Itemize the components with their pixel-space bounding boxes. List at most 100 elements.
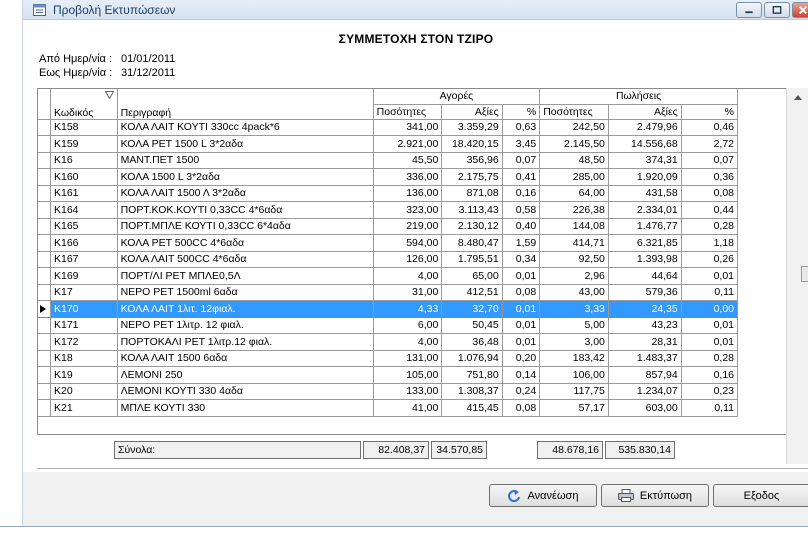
maximize-button[interactable] [764,2,790,18]
cell-description[interactable]: ΛΕΜΟΝΙ ΚΟΥΤΙ 330 4αδα [117,383,374,400]
cell-purchases-value[interactable]: 32,70 [441,300,503,318]
cell-code[interactable]: K17 [50,284,118,301]
cell-sales-qty[interactable]: 2.145,50 [539,135,609,153]
row-indicator[interactable] [38,366,52,384]
cell-sales-pct[interactable]: 2,72 [681,135,739,153]
cell-sales-qty[interactable]: 57,17 [539,399,609,417]
row-indicator[interactable] [38,135,52,153]
cell-description[interactable]: ΚΟΛΑ ΛΑΙΤ 1λιτ. 12φιαλ. [117,300,374,318]
cell-purchases-value[interactable]: 3.113,43 [441,201,503,219]
column-header-purchases-pct[interactable]: % [502,104,541,120]
close-button[interactable] [792,2,808,18]
row-indicator[interactable] [38,317,52,334]
cell-sales-value[interactable]: 374,31 [608,152,682,169]
cell-sales-qty[interactable]: 3,33 [539,300,609,318]
cell-purchases-value[interactable]: 18.420,15 [441,135,503,153]
data-grid[interactable]: Κωδικός Περιγραφή Αγορές Πωλήσεις Ποσότη… [37,88,808,464]
cell-sales-qty[interactable]: 64,00 [539,185,609,202]
vertical-scrollbar[interactable] [786,88,808,464]
cell-purchases-pct[interactable]: 0,16 [502,185,541,202]
cell-purchases-qty[interactable]: 341,00 [373,119,443,136]
cell-sales-pct[interactable]: 0,16 [681,366,739,384]
cell-purchases-pct[interactable]: 0,14 [502,366,541,384]
cell-purchases-pct[interactable]: 0,08 [502,284,541,301]
scrollbar-thumb[interactable] [801,266,808,282]
cell-code[interactable]: K170 [50,300,118,318]
cell-code[interactable]: K171 [50,317,118,334]
cell-code[interactable]: K21 [50,399,118,417]
cell-purchases-qty[interactable]: 336,00 [373,168,443,186]
table-row[interactable]: K166 ΚΟΛΑ PET 500CC 4*6αδα 594,00 8.480,47 1… [38,234,739,252]
cell-description[interactable]: ΚΟΛΑ PET 1500 L 3*2αδα [117,135,374,153]
cell-sales-value[interactable]: 1.476,77 [608,218,682,235]
cell-sales-pct[interactable]: 0,08 [681,185,739,202]
cell-code[interactable]: K167 [50,251,118,268]
cell-purchases-value[interactable]: 1.308,37 [441,383,503,400]
cell-purchases-value[interactable]: 751,80 [441,366,503,384]
cell-purchases-qty[interactable]: 45,50 [373,152,443,169]
column-header-sales-value[interactable]: Αξίες [608,104,682,120]
column-header-sales-qty[interactable]: Ποσότητες [539,104,609,120]
cell-purchases-value[interactable]: 36,48 [441,333,503,351]
minimize-button[interactable] [736,2,762,18]
cell-sales-value[interactable]: 1.234,07 [608,383,682,400]
cell-sales-qty[interactable]: 48,50 [539,152,609,169]
cell-purchases-qty[interactable]: 105,00 [373,366,443,384]
cell-purchases-value[interactable]: 1.076,94 [441,350,503,367]
cell-sales-pct[interactable]: 0,46 [681,119,739,136]
cell-sales-value[interactable]: 2.334,01 [608,201,682,219]
table-row[interactable]: K171 ΝΕΡΟ PET 1λιτρ. 12 φιαλ. 6,00 50,45 0,0… [38,317,739,334]
row-indicator[interactable] [38,201,52,219]
cell-sales-qty[interactable]: 183,42 [539,350,609,367]
cell-sales-qty[interactable]: 5,00 [539,317,609,334]
table-row[interactable]: K169 ΠΟΡΤ/ΛΙ PET ΜΠΛΕ0,5Λ 4,00 65,00 0,01 2,9… [38,267,739,285]
cell-sales-pct[interactable]: 0,01 [681,333,739,351]
cell-description[interactable]: ΜΑΝΤ.ΠΕΤ 1500 [117,152,374,169]
cell-sales-value[interactable]: 24,35 [608,300,682,318]
cell-sales-pct[interactable]: 0,11 [681,284,739,301]
row-indicator[interactable] [38,185,52,202]
cell-description[interactable]: ΜΠΛΕ ΚΟΥΤΙ 330 [117,399,374,417]
cell-code[interactable]: K19 [50,366,118,384]
cell-description[interactable]: ΛΕΜΟΝΙ 250 [117,366,374,384]
cell-purchases-value[interactable]: 1.795,51 [441,251,503,268]
cell-sales-qty[interactable]: 2,96 [539,267,609,285]
cell-purchases-pct[interactable]: 0,34 [502,251,541,268]
cell-purchases-value[interactable]: 415,45 [441,399,503,417]
table-row[interactable]: K18 ΚΟΛΑ ΛΑΙΤ 1500 6αδα 131,00 1.076,94 0,20… [38,350,739,367]
cell-sales-qty[interactable]: 144,08 [539,218,609,235]
cell-purchases-pct[interactable]: 0,58 [502,201,541,219]
cell-purchases-qty[interactable]: 4,00 [373,333,443,351]
cell-sales-qty[interactable]: 414,71 [539,234,609,252]
table-row[interactable]: K19 ΛΕΜΟΝΙ 250 105,00 751,80 0,14 106,00 857,9… [38,366,739,384]
cell-sales-qty[interactable]: 3,00 [539,333,609,351]
row-indicator[interactable] [38,119,52,136]
cell-purchases-value[interactable]: 50,45 [441,317,503,334]
cell-purchases-qty[interactable]: 2.921,00 [373,135,443,153]
cell-sales-value[interactable]: 14.556,68 [608,135,682,153]
table-row[interactable]: K21 ΜΠΛΕ ΚΟΥΤΙ 330 41,00 415,45 0,08 57,17 603… [38,399,739,417]
cell-purchases-pct[interactable]: 0,01 [502,267,541,285]
refresh-button[interactable]: Ανανέωση [489,484,597,507]
cell-sales-pct[interactable]: 0,28 [681,218,739,235]
cell-sales-value[interactable]: 6.321,85 [608,234,682,252]
exit-button[interactable]: Εξοδος [713,484,808,507]
cell-sales-qty[interactable]: 92,50 [539,251,609,268]
cell-sales-qty[interactable]: 285,00 [539,168,609,186]
table-row[interactable]: K172 ΠΟΡΤΟΚΑΛΙ PET 1λιτρ.12 φιαλ. 4,00 36,4… [38,333,739,351]
cell-purchases-qty[interactable]: 136,00 [373,185,443,202]
scroll-up-icon[interactable] [794,95,802,100]
column-header-sales-pct[interactable]: % [681,104,739,120]
cell-purchases-pct[interactable]: 1,59 [502,234,541,252]
cell-description[interactable]: ΠΟΡΤ/ΛΙ PET ΜΠΛΕ0,5Λ [117,267,374,285]
cell-purchases-value[interactable]: 412,51 [441,284,503,301]
table-row[interactable]: K161 ΚΟΛΑ ΛΑΙΤ 1500 Λ 3*2αδα 136,00 871,08 0… [38,185,739,202]
cell-code[interactable]: K159 [50,135,118,153]
table-row[interactable]: K17 ΝΕΡΟ PET 1500ml 6αδα 31,00 412,51 0,08 43… [38,284,739,301]
cell-purchases-value[interactable]: 2.130,12 [441,218,503,235]
table-row[interactable]: K16 ΜΑΝΤ.ΠΕΤ 1500 45,50 356,96 0,07 48,50 374,… [38,152,739,169]
cell-purchases-pct[interactable]: 0,01 [502,333,541,351]
cell-code[interactable]: K20 [50,383,118,400]
cell-purchases-pct[interactable]: 0,08 [502,399,541,417]
cell-code[interactable]: K166 [50,234,118,252]
